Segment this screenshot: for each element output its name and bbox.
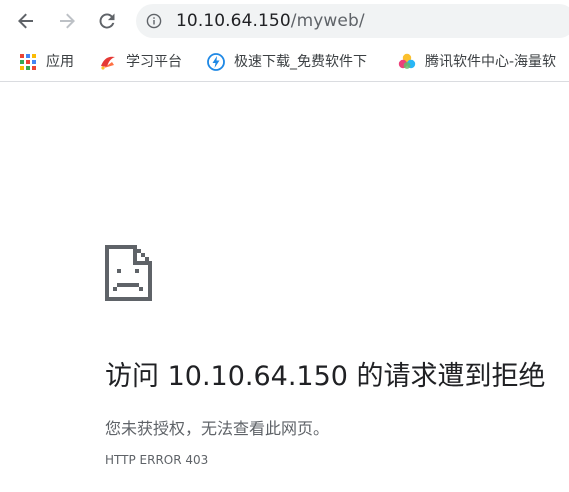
bookmark-label: 学习平台 — [126, 54, 182, 70]
arrow-right-icon — [60, 13, 75, 29]
bookmark-study-platform[interactable]: 学习平台 — [99, 51, 182, 73]
bookmarks-bar: 应用 学习平台 极速下载_免费软件下 腾讯软件中心-海量软 — [0, 44, 569, 82]
bookmark-tencent-software[interactable]: 腾讯软件中心-海量软 — [398, 51, 556, 73]
info-icon[interactable] — [146, 13, 162, 29]
reload-button[interactable] — [92, 6, 122, 36]
sad-page-icon — [105, 245, 152, 301]
back-button[interactable] — [11, 6, 41, 36]
error-heading: 访问 10.10.64.150 的请求遭到拒绝 — [105, 361, 546, 392]
url-text[interactable]: 10.10.64.150/myweb/ — [176, 10, 365, 32]
bookmark-fast-download[interactable]: 极速下载_免费软件下 — [207, 51, 367, 73]
tencent-software-icon — [398, 53, 416, 69]
url-path: /myweb/ — [290, 11, 365, 31]
error-code: HTTP ERROR 403 — [105, 453, 209, 467]
bookmark-apps[interactable]: 应用 — [19, 51, 74, 73]
address-bar[interactable]: 10.10.64.150/myweb/ — [136, 4, 569, 38]
apps-grid-icon — [20, 54, 36, 70]
error-message: 您未获授权，无法查看此网页。 — [105, 419, 330, 438]
bookmark-label: 腾讯软件中心-海量软 — [425, 54, 557, 70]
bookmark-label: 极速下载_免费软件下 — [234, 54, 367, 70]
study-platform-icon — [101, 56, 115, 70]
arrow-left-icon — [18, 13, 33, 29]
reload-icon — [99, 13, 115, 29]
browser-toolbar: 10.10.64.150/myweb/ — [0, 0, 569, 44]
forward-button[interactable] — [52, 6, 82, 36]
url-host: 10.10.64.150 — [176, 11, 291, 31]
bookmark-label: 应用 — [46, 54, 74, 70]
lightning-download-icon — [207, 53, 225, 71]
error-page: 访问 10.10.64.150 的请求遭到拒绝 您未获授权，无法查看此网页。 H… — [0, 82, 569, 492]
